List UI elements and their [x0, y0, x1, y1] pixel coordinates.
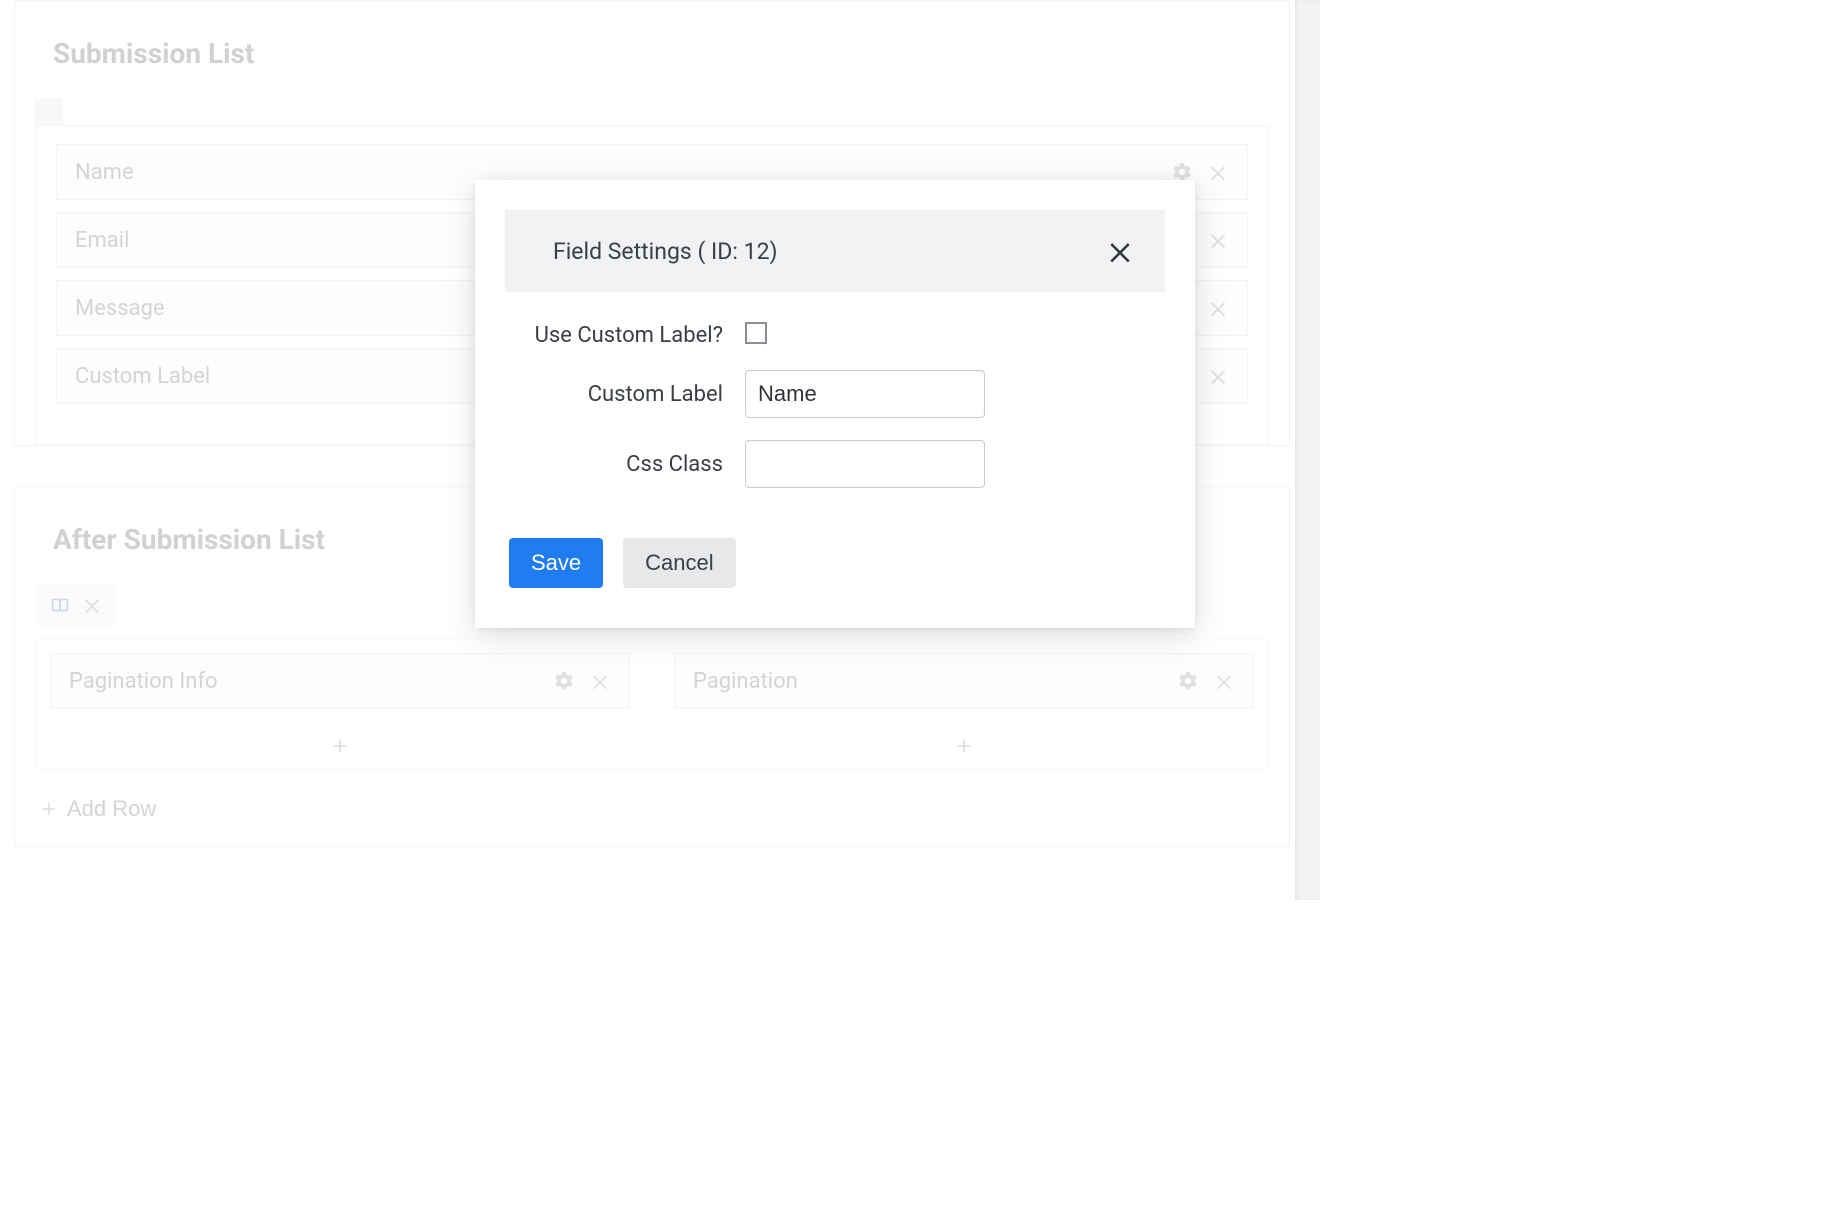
field-row[interactable]: Pagination	[674, 653, 1254, 709]
close-icon[interactable]	[1207, 365, 1229, 387]
field-label: Custom Label	[75, 364, 210, 389]
columns-icon[interactable]	[49, 594, 71, 616]
field-row[interactable]: Pagination Info	[50, 653, 630, 709]
add-row-label: Add Row	[67, 796, 156, 822]
field-label: Message	[75, 296, 165, 321]
gear-icon[interactable]	[553, 670, 575, 692]
row-toolbar	[35, 584, 117, 626]
modal-title: Field Settings ( ID: 12)	[553, 238, 778, 265]
add-row-button[interactable]: Add Row	[15, 784, 176, 846]
plus-icon	[39, 799, 59, 819]
drag-handle[interactable]	[35, 98, 63, 126]
close-icon[interactable]	[81, 594, 103, 616]
use-custom-label-label: Use Custom Label?	[515, 323, 745, 348]
field-label: Pagination	[693, 669, 798, 694]
close-icon[interactable]	[1105, 236, 1135, 266]
field-label: Email	[75, 228, 129, 253]
use-custom-label-checkbox[interactable]	[745, 322, 767, 344]
field-settings-modal: Field Settings ( ID: 12) Use Custom Labe…	[475, 180, 1195, 628]
close-icon[interactable]	[1213, 670, 1235, 692]
section-title: Submission List	[15, 1, 1289, 98]
plus-icon	[953, 735, 975, 757]
plus-icon	[329, 735, 351, 757]
field-label: Name	[75, 160, 134, 185]
css-class-label: Css Class	[515, 452, 745, 477]
close-icon[interactable]	[1207, 297, 1229, 319]
cancel-button[interactable]: Cancel	[623, 538, 735, 588]
custom-label-label: Custom Label	[515, 382, 745, 407]
close-icon[interactable]	[1207, 161, 1229, 183]
custom-label-input[interactable]	[745, 370, 985, 418]
add-field-button[interactable]	[660, 723, 1268, 769]
modal-header: Field Settings ( ID: 12)	[505, 210, 1165, 292]
close-icon[interactable]	[1207, 229, 1229, 251]
close-icon[interactable]	[589, 670, 611, 692]
field-label: Pagination Info	[69, 669, 218, 694]
add-field-button[interactable]	[36, 723, 644, 769]
css-class-input[interactable]	[745, 440, 985, 488]
gear-icon[interactable]	[1177, 670, 1199, 692]
save-button[interactable]: Save	[509, 538, 603, 588]
